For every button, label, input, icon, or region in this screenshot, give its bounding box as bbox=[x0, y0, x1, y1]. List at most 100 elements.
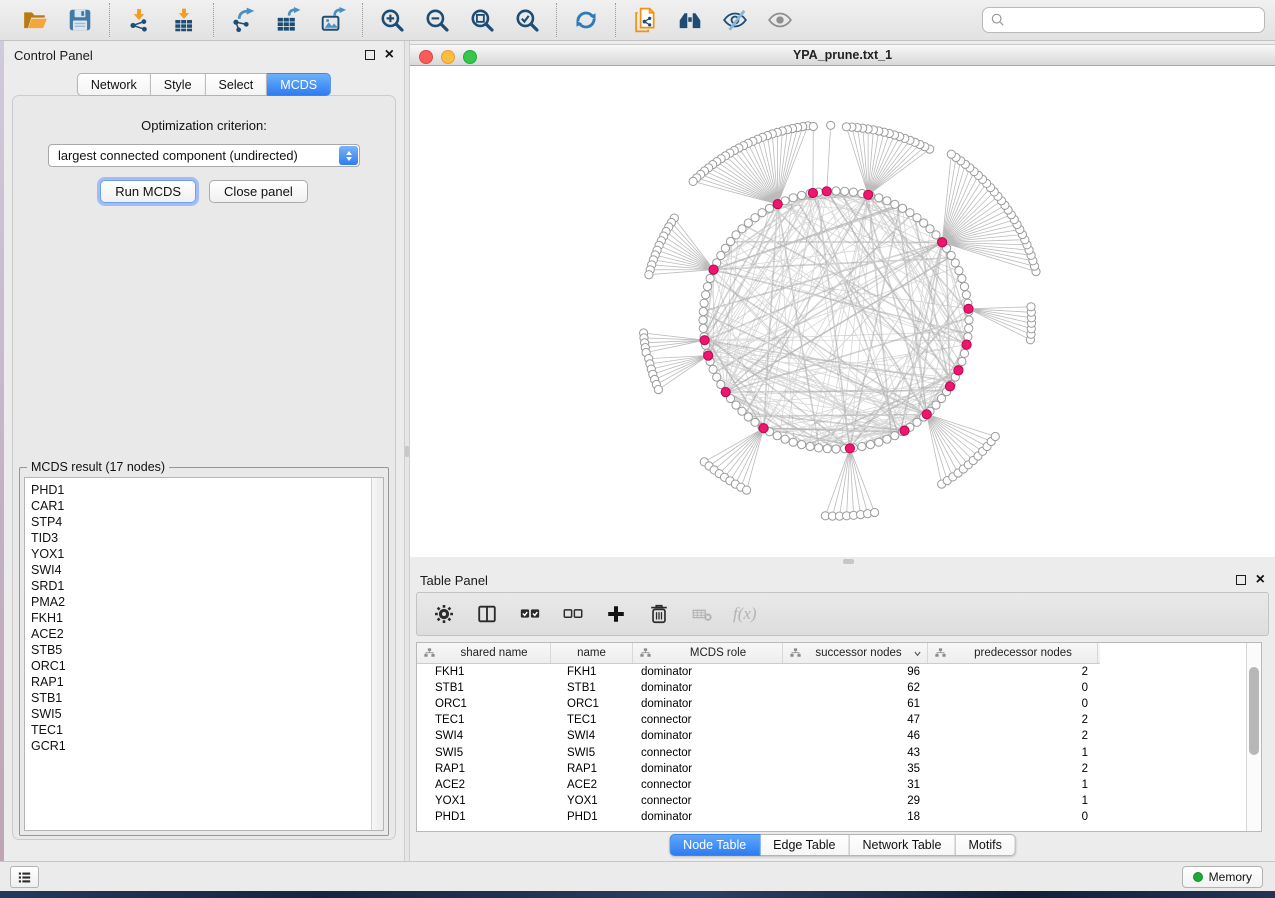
table-row[interactable]: ORC1ORC1dominator610 bbox=[417, 696, 1246, 712]
table-row[interactable]: RAP1RAP1dominator352 bbox=[417, 761, 1246, 777]
table-cell[interactable]: dominator bbox=[633, 763, 783, 775]
graph-node[interactable] bbox=[913, 214, 921, 222]
graph-node[interactable] bbox=[758, 209, 766, 217]
network-window-titlebar[interactable]: YPA_prune.txt_1 bbox=[410, 44, 1275, 66]
graph-node[interactable] bbox=[871, 508, 879, 516]
table-cell[interactable]: dominator bbox=[633, 811, 783, 823]
toolbar-zoom-selected-button[interactable] bbox=[512, 5, 542, 35]
graph-node[interactable] bbox=[947, 150, 955, 158]
table-cell[interactable]: 35 bbox=[783, 763, 928, 775]
table-row[interactable]: TEC1TEC1connector472 bbox=[417, 712, 1246, 728]
graph-hub-node[interactable] bbox=[945, 382, 954, 391]
graph-node[interactable] bbox=[960, 283, 968, 291]
mcds-result-item[interactable]: STB1 bbox=[31, 690, 371, 706]
graph-hub-node[interactable] bbox=[845, 444, 854, 453]
table-scrollbar-thumb[interactable] bbox=[1249, 667, 1259, 755]
graph-hub-node[interactable] bbox=[700, 336, 709, 345]
vertical-splitter-handle[interactable] bbox=[405, 446, 409, 457]
table-cell[interactable]: PHD1 bbox=[417, 811, 551, 823]
table-cell[interactable]: 18 bbox=[783, 811, 928, 823]
graph-node[interactable] bbox=[781, 435, 789, 443]
graph-node[interactable] bbox=[842, 123, 850, 131]
toolbar-open-folder-button[interactable] bbox=[20, 5, 50, 35]
mcds-result-item[interactable]: STP4 bbox=[31, 514, 371, 530]
table-cell[interactable]: PHD1 bbox=[551, 811, 633, 823]
close-table-panel-icon[interactable]: × bbox=[1256, 575, 1265, 585]
graph-hub-node[interactable] bbox=[954, 366, 963, 375]
graph-node[interactable] bbox=[798, 441, 806, 449]
table-row[interactable]: YOX1YOX1connector291 bbox=[417, 793, 1246, 809]
toolbar-zoom-in-button[interactable] bbox=[377, 5, 407, 35]
table-cell[interactable]: 1 bbox=[928, 795, 1098, 807]
table-cell[interactable]: 0 bbox=[928, 682, 1098, 694]
graph-node[interactable] bbox=[713, 373, 721, 381]
table-cell[interactable]: 47 bbox=[783, 714, 928, 726]
toolbar-save-session-button[interactable] bbox=[65, 5, 95, 35]
graph-node[interactable] bbox=[699, 324, 707, 332]
memory-button[interactable]: Memory bbox=[1182, 866, 1263, 888]
graph-node[interactable] bbox=[654, 386, 662, 394]
graph-node[interactable] bbox=[717, 251, 725, 259]
toolbar-hide-eye-button[interactable] bbox=[720, 5, 750, 35]
graph-node[interactable] bbox=[965, 316, 973, 324]
graph-node[interactable] bbox=[798, 191, 806, 199]
graph-node[interactable] bbox=[689, 177, 697, 185]
toolbar-import-network-button[interactable] bbox=[124, 5, 154, 35]
toolbar-zoom-out-button[interactable] bbox=[422, 5, 452, 35]
horizontal-splitter[interactable] bbox=[410, 557, 1275, 566]
table-cell[interactable]: SWI5 bbox=[551, 747, 633, 759]
table-cell[interactable]: dominator bbox=[633, 698, 783, 710]
graph-node[interactable] bbox=[1027, 303, 1035, 311]
tab-edge-table[interactable]: Edge Table bbox=[760, 834, 849, 856]
table-cell[interactable]: 1 bbox=[928, 779, 1098, 791]
table-cell[interactable]: 61 bbox=[783, 698, 928, 710]
tab-network[interactable]: Network bbox=[77, 73, 151, 96]
toolbar-export-image-button[interactable] bbox=[318, 5, 348, 35]
table-cell[interactable]: ORC1 bbox=[417, 698, 551, 710]
sort-desc-icon[interactable] bbox=[913, 649, 922, 658]
table-toolbar-split-view-button[interactable] bbox=[475, 602, 499, 626]
mcds-result-item[interactable]: RAP1 bbox=[31, 674, 371, 690]
graph-node[interactable] bbox=[721, 244, 729, 252]
table-cell[interactable]: connector bbox=[633, 779, 783, 791]
table-toolbar-gear-button[interactable] bbox=[432, 602, 456, 626]
graph-node[interactable] bbox=[958, 274, 966, 282]
mcds-result-item[interactable]: PHD1 bbox=[31, 482, 371, 498]
graph-node[interactable] bbox=[849, 188, 857, 196]
graph-hub-node[interactable] bbox=[773, 200, 782, 209]
table-cell[interactable]: 2 bbox=[928, 763, 1098, 775]
table-cell[interactable]: SWI4 bbox=[551, 730, 633, 742]
table-scrollbar[interactable] bbox=[1246, 643, 1261, 831]
table-cell[interactable]: RAP1 bbox=[551, 763, 633, 775]
graph-node[interactable] bbox=[700, 299, 708, 307]
column-header-predecessor-nodes[interactable]: predecessor nodes bbox=[928, 643, 1098, 663]
table-cell[interactable]: 96 bbox=[783, 666, 928, 678]
graph-node[interactable] bbox=[645, 271, 653, 279]
table-toolbar-deselect-all-button[interactable] bbox=[561, 602, 585, 626]
criterion-dropdown[interactable]: largest connected component (undirected) bbox=[48, 144, 360, 167]
graph-node[interactable] bbox=[875, 194, 883, 202]
table-cell[interactable]: 2 bbox=[928, 666, 1098, 678]
table-toolbar-select-all-button[interactable] bbox=[518, 602, 542, 626]
table-cell[interactable]: 43 bbox=[783, 747, 928, 759]
graph-node[interactable] bbox=[706, 274, 714, 282]
tab-select[interactable]: Select bbox=[206, 73, 268, 96]
mcds-result-item[interactable]: TID3 bbox=[31, 530, 371, 546]
graph-node[interactable] bbox=[965, 324, 973, 332]
column-header-MCDS-role[interactable]: MCDS role bbox=[633, 643, 783, 663]
table-cell[interactable]: YOX1 bbox=[551, 795, 633, 807]
graph-node[interactable] bbox=[806, 442, 814, 450]
task-history-button[interactable] bbox=[10, 866, 39, 888]
table-cell[interactable]: FKH1 bbox=[417, 666, 551, 678]
toolbar-refresh-button[interactable] bbox=[571, 5, 601, 35]
table-toolbar-delete-button[interactable] bbox=[647, 602, 671, 626]
graph-hub-node[interactable] bbox=[808, 188, 817, 197]
graph-node[interactable] bbox=[702, 291, 710, 299]
table-cell[interactable]: SWI5 bbox=[417, 747, 551, 759]
graph-node[interactable] bbox=[955, 267, 963, 275]
column-header-name[interactable]: name bbox=[551, 643, 633, 663]
table-cell[interactable]: connector bbox=[633, 714, 783, 726]
mcds-result-item[interactable]: SRD1 bbox=[31, 578, 371, 594]
table-cell[interactable]: 2 bbox=[928, 714, 1098, 726]
table-cell[interactable]: 1 bbox=[928, 747, 1098, 759]
